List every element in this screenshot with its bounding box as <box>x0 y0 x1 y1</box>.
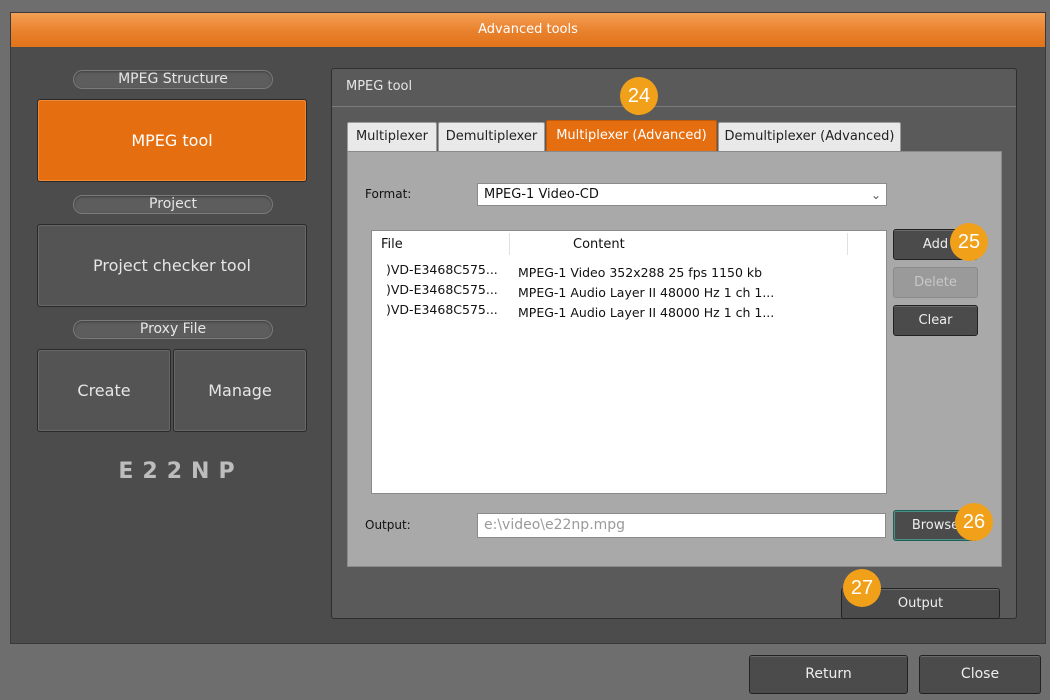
multiplexer-advanced-content: Format: MPEG-1 Video-CD ⌄ File Content )… <box>347 151 1002 567</box>
tab-multiplexer[interactable]: Multiplexer <box>347 122 437 151</box>
content-cell: MPEG-1 Audio Layer II 48000 Hz 1 ch 1... <box>518 285 775 300</box>
window-title: Advanced tools <box>11 13 1045 47</box>
callout-24: 24 <box>620 77 658 115</box>
clear-button[interactable]: Clear <box>893 305 978 336</box>
format-select[interactable]: MPEG-1 Video-CD ⌄ <box>477 183 887 206</box>
section-heading-proxy-file: Proxy File <box>73 320 273 339</box>
manage-proxy-button[interactable]: Manage <box>173 349 307 432</box>
return-button[interactable]: Return <box>749 655 908 694</box>
create-proxy-button[interactable]: Create <box>37 349 171 432</box>
mpeg-tool-button[interactable]: MPEG tool <box>37 99 307 182</box>
mpeg-tool-panel: MPEG tool Multiplexer Demultiplexer Mult… <box>331 68 1017 619</box>
column-header-file[interactable]: File <box>381 237 403 252</box>
advanced-tools-window: Advanced tools MPEG Structure MPEG tool … <box>10 12 1046 644</box>
file-cell: )VD-E3468C575... <box>386 302 498 317</box>
panel-title: MPEG tool <box>346 79 413 94</box>
chevron-down-icon: ⌄ <box>870 188 881 202</box>
close-button[interactable]: Close <box>919 655 1041 694</box>
column-header-content[interactable]: Content <box>573 237 625 252</box>
section-heading-mpeg-structure: MPEG Structure <box>73 70 273 89</box>
panel-divider <box>332 106 1016 107</box>
tab-demultiplexer[interactable]: Demultiplexer <box>438 122 545 151</box>
format-value: MPEG-1 Video-CD <box>484 187 599 202</box>
tab-multiplexer-advanced[interactable]: Multiplexer (Advanced) <box>546 120 717 151</box>
list-item[interactable]: )VD-E3468C575... MPEG-1 Video 352x288 25 … <box>386 262 762 282</box>
section-heading-project: Project <box>73 195 273 214</box>
project-checker-tool-button[interactable]: Project checker tool <box>37 224 307 307</box>
output-label: Output: <box>365 518 411 532</box>
file-cell: )VD-E3468C575... <box>386 282 498 297</box>
format-label: Format: <box>365 187 412 201</box>
file-list[interactable]: File Content )VD-E3468C575... MPEG-1 Vide… <box>371 230 887 494</box>
list-item[interactable]: )VD-E3468C575... MPEG-1 Audio Layer II 48… <box>386 302 774 322</box>
content-cell: MPEG-1 Video 352x288 25 fps 1150 kb <box>518 265 763 280</box>
e22np-logo: E22NP <box>118 459 244 484</box>
content-cell: MPEG-1 Audio Layer II 48000 Hz 1 ch 1... <box>518 305 775 320</box>
delete-button[interactable]: Delete <box>893 267 978 298</box>
column-separator <box>509 233 510 255</box>
output-path-input[interactable]: e:\video\e22np.mpg <box>477 513 886 538</box>
list-item[interactable]: )VD-E3468C575... MPEG-1 Audio Layer II 48… <box>386 282 774 302</box>
callout-26: 26 <box>955 503 993 541</box>
file-cell: )VD-E3468C575... <box>386 262 498 277</box>
tab-demultiplexer-advanced[interactable]: Demultiplexer (Advanced) <box>718 122 901 151</box>
callout-25: 25 <box>950 223 988 261</box>
callout-27: 27 <box>843 569 881 607</box>
column-separator <box>847 233 848 255</box>
